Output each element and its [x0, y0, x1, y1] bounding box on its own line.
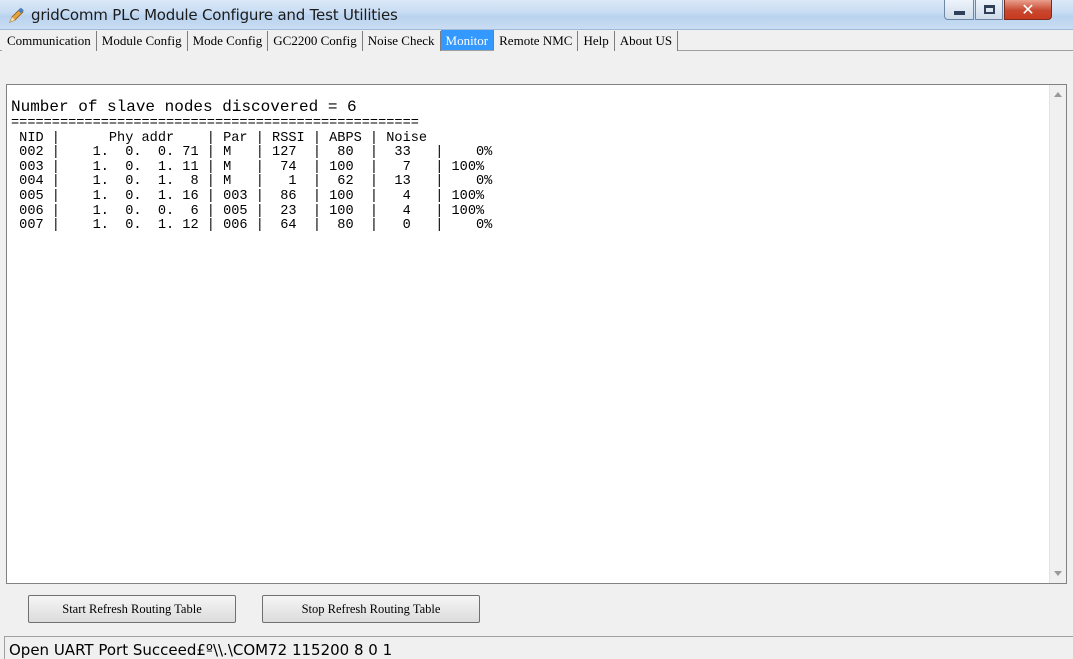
tab-gc2200-config[interactable]: GC2200 Config [268, 31, 363, 51]
table-row: 002 | 1. 0. 0. 71 | M | 127 | 80 | 33 | … [11, 145, 493, 161]
window-title: gridComm PLC Module Configure and Test U… [31, 6, 398, 24]
table-header: NID | Phy addr | Par | RSSI | ABPS | Noi… [11, 130, 428, 146]
tab-about-us[interactable]: About US [614, 31, 679, 51]
scroll-up-arrow-icon[interactable] [1054, 92, 1062, 97]
minimize-icon [953, 10, 965, 15]
tab-bar: Communication Module Config Mode Config … [2, 30, 679, 51]
table-row: 005 | 1. 0. 1. 16 | 003 | 86 | 100 | 4 |… [11, 188, 485, 204]
maximize-button[interactable] [975, 0, 1003, 20]
maximize-icon [983, 5, 995, 14]
table-row: 007 | 1. 0. 1. 12 | 006 | 64 | 80 | 0 | … [11, 218, 493, 234]
tab-help[interactable]: Help [578, 31, 615, 51]
table-row: 006 | 1. 0. 0. 6 | 005 | 23 | 100 | 4 | … [11, 203, 485, 219]
routing-table-output: Number of slave nodes discovered = 6 ====… [11, 97, 1031, 577]
tab-noise-check[interactable]: Noise Check [362, 31, 441, 51]
table-row: 004 | 1. 0. 1. 8 | M | 1 | 62 | 13 | 0% [11, 174, 493, 190]
stop-refresh-routing-table-button[interactable]: Stop Refresh Routing Table [262, 595, 480, 623]
minimize-button[interactable] [944, 0, 974, 20]
tab-communication[interactable]: Communication [2, 31, 97, 51]
table-row: 003 | 1. 0. 1. 11 | M | 74 | 100 | 7 | 1… [11, 159, 485, 175]
app-window: gridComm PLC Module Configure and Test U… [0, 0, 1073, 659]
close-icon: ✕ [1021, 0, 1035, 19]
vertical-scrollbar[interactable] [1049, 85, 1066, 583]
separator-line: ========================================… [11, 116, 419, 131]
tab-module-config[interactable]: Module Config [96, 31, 188, 51]
title-bar[interactable]: gridComm PLC Module Configure and Test U… [0, 0, 1073, 30]
status-bar: Open UART Port Succeed£º\\.\COM72 115200… [4, 636, 1073, 659]
monitor-output-panel[interactable]: Number of slave nodes discovered = 6 ====… [6, 84, 1067, 584]
close-button[interactable]: ✕ [1004, 0, 1052, 20]
status-text: Open UART Port Succeed£º\\.\COM72 115200… [9, 641, 393, 659]
tab-remote-nmc[interactable]: Remote NMC [494, 31, 579, 51]
tab-mode-config[interactable]: Mode Config [187, 31, 269, 51]
node-count-summary: Number of slave nodes discovered = 6 [11, 98, 357, 116]
tab-monitor[interactable]: Monitor [440, 30, 495, 50]
scroll-down-arrow-icon[interactable] [1054, 571, 1062, 576]
pencil-app-icon [9, 7, 24, 23]
start-refresh-routing-table-button[interactable]: Start Refresh Routing Table [28, 595, 236, 623]
